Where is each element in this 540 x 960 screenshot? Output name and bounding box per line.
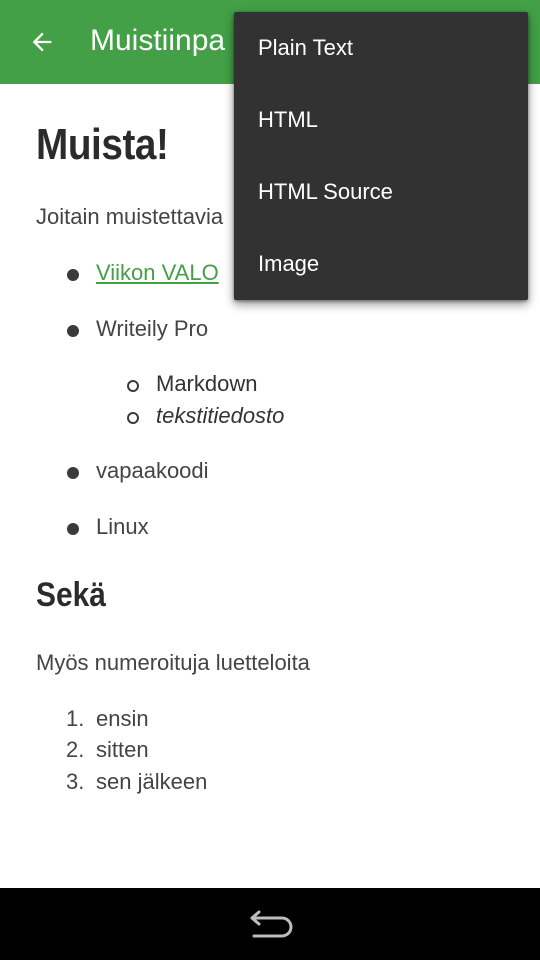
menu-item-html[interactable]: HTML [234,84,528,156]
bullet-marker [67,523,79,535]
sub-bullet-marker [127,412,139,424]
arrow-back-icon [32,32,52,52]
menu-item-image[interactable]: Image [234,228,528,300]
sub-bullet-marker [127,380,139,392]
bullet-marker [67,467,79,479]
sub-list-item: Markdown [156,371,258,396]
back-button[interactable] [22,22,62,62]
ordered-item: sitten [96,737,149,762]
menu-item-html-source[interactable]: HTML Source [234,156,528,228]
menu-item-plain-text[interactable]: Plain Text [234,12,528,84]
sub-list-item: tekstitiedosto [156,403,285,428]
ordered-number: 2. [66,737,85,762]
list-item: Writeily Pro [96,316,209,341]
nav-back-icon [250,910,293,938]
intro-paragraph: Joitain muistettavia [36,204,224,229]
second-paragraph: Myös numeroituja luetteloita [36,650,310,675]
nav-back-button[interactable] [240,902,300,946]
list-item: Linux [96,514,149,539]
document-subheading: Sekä [36,576,106,614]
bullet-marker [67,325,79,337]
app-title: Muistiinpa [90,24,226,57]
list-item: vapaakoodi [96,458,209,483]
document-heading: Muista! [36,120,169,169]
ordered-number: 3. [66,769,85,794]
navigation-bar [0,888,540,960]
link-viikon-valo[interactable]: Viikon VALO [96,260,219,286]
export-format-menu: Plain Text HTML HTML Source Image [234,12,528,300]
ordered-item: sen jälkeen [96,769,208,794]
ordered-item: ensin [96,706,149,731]
bullet-marker [67,269,79,281]
ordered-number: 1. [66,706,85,731]
